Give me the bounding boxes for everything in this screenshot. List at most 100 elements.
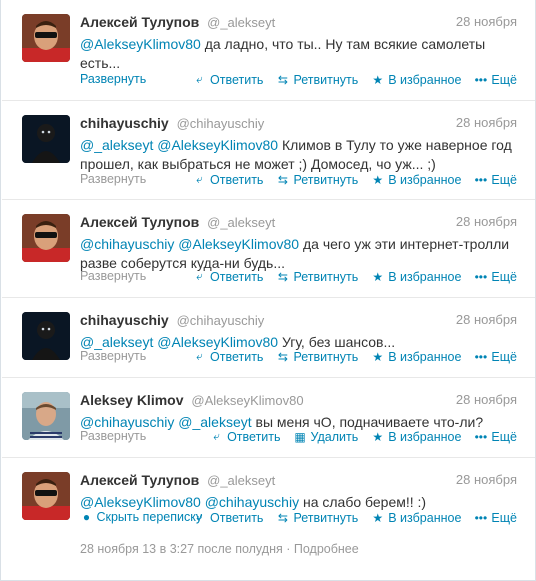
author-handle[interactable]: @AlekseyKlimov80: [191, 393, 303, 408]
tweet[interactable]: chihayuschiy @chihayuschiy 28 ноября @_a…: [2, 101, 535, 200]
favorite-label: В избранное: [388, 510, 462, 525]
expand-link[interactable]: Развернуть: [80, 72, 146, 86]
favorite-button[interactable]: ★ В избранное: [371, 349, 461, 364]
favorite-label: В избранное: [388, 349, 462, 364]
author-handle[interactable]: @chihayuschiy: [177, 116, 265, 131]
retweet-label: Ретвитнуть: [293, 510, 359, 525]
ellipsis-icon: •••: [474, 269, 488, 284]
reply-button[interactable]: ⤶ Ответить: [193, 349, 263, 364]
retweet-button[interactable]: ⇆ Ретвитнуть: [276, 349, 358, 364]
tweet-header: Алексей Тулупов @_alekseyt 28 ноября: [80, 472, 517, 490]
favorite-button[interactable]: ★ В избранное: [371, 510, 461, 525]
tweet[interactable]: Алексей Тулупов @_alekseyt 28 ноября @ch…: [2, 200, 535, 298]
tweet-date[interactable]: 28 ноября: [456, 115, 517, 130]
author-handle[interactable]: @_alekseyt: [207, 15, 275, 30]
details-link[interactable]: Подробнее: [294, 542, 359, 556]
mention-link[interactable]: @AlekseyKlimov80: [178, 236, 299, 252]
tweet-date[interactable]: 28 ноября: [456, 312, 517, 327]
expand-link[interactable]: Развернуть: [80, 429, 146, 443]
more-button[interactable]: ••• Ещё: [474, 172, 517, 187]
author-name[interactable]: Алексей Тулупов: [80, 214, 199, 230]
tweet-date[interactable]: 28 ноября: [456, 14, 517, 29]
author-name[interactable]: Алексей Тулупов: [80, 472, 199, 488]
tweet[interactable]: chihayuschiy @chihayuschiy 28 ноября @_a…: [2, 298, 535, 378]
tweet-text: @_alekseyt @AlekseyKlimov80 Климов в Тул…: [80, 136, 517, 174]
avatar[interactable]: [22, 392, 70, 440]
expand-link[interactable]: Развернуть: [80, 269, 146, 283]
star-icon: ★: [372, 269, 384, 284]
reply-icon: ⤶: [196, 269, 203, 283]
author-handle[interactable]: @chihayuschiy: [177, 313, 265, 328]
more-label: Ещё: [491, 72, 517, 87]
tweet-expanded[interactable]: Алексей Тулупов @_alekseyt 28 ноября @Al…: [2, 458, 535, 581]
speech-bubble-icon: ●: [82, 510, 91, 524]
author-name[interactable]: Алексей Тулупов: [80, 14, 199, 30]
mention-link[interactable]: @_alekseyt: [178, 414, 251, 430]
tweet-body: на слабо берем!! :): [299, 494, 427, 510]
author-name[interactable]: Aleksey Klimov: [80, 392, 184, 408]
mention-link[interactable]: @chihayuschiy: [80, 236, 174, 252]
star-icon: ★: [372, 72, 384, 87]
reply-label: Ответить: [210, 172, 264, 187]
tweet-date[interactable]: 28 ноября: [456, 214, 517, 229]
author-handle[interactable]: @_alekseyt: [207, 473, 275, 488]
reply-icon: ⤶: [196, 349, 203, 363]
hide-conversation-link[interactable]: ● Скрыть переписку: [80, 510, 202, 524]
tweet-date[interactable]: 28 ноября: [456, 392, 517, 407]
reply-label: Ответить: [210, 349, 264, 364]
avatar[interactable]: [22, 14, 70, 62]
ellipsis-icon: •••: [474, 510, 488, 525]
reply-button[interactable]: ⤶ Ответить: [193, 269, 263, 284]
retweet-icon: ⇆: [277, 269, 288, 284]
tweet[interactable]: Aleksey Klimov @AlekseyKlimov80 28 ноябр…: [2, 378, 535, 458]
conversation-thread: Алексей Тулупов @_alekseyt 28 ноября @Al…: [0, 0, 536, 581]
reply-icon: ⤶: [196, 172, 203, 186]
more-label: Ещё: [491, 510, 517, 525]
more-button[interactable]: ••• Ещё: [474, 349, 517, 364]
mention-link[interactable]: @AlekseyKlimov80: [157, 334, 278, 350]
avatar[interactable]: [22, 472, 70, 520]
mention-link[interactable]: @AlekseyKlimov80: [80, 36, 201, 52]
tweet[interactable]: Алексей Тулупов @_alekseyt 28 ноября @Al…: [2, 0, 535, 101]
reply-button[interactable]: ⤶ Ответить: [193, 510, 263, 525]
mention-link[interactable]: @AlekseyKlimov80: [157, 137, 278, 153]
separator: ·: [286, 542, 291, 556]
delete-button[interactable]: ▦ Удалить: [294, 429, 358, 444]
favorite-button[interactable]: ★ В избранное: [371, 429, 461, 444]
more-button[interactable]: ••• Ещё: [474, 72, 517, 87]
more-button[interactable]: ••• Ещё: [474, 510, 517, 525]
more-button[interactable]: ••• Ещё: [474, 429, 517, 444]
favorite-button[interactable]: ★ В избранное: [371, 72, 461, 87]
tweet-timestamp-row: 28 ноября 13 в 3:27 после полудня · Подр…: [80, 542, 359, 556]
retweet-button[interactable]: ⇆ Ретвитнуть: [276, 269, 358, 284]
reply-button[interactable]: ⤶ Ответить: [193, 72, 263, 87]
favorite-button[interactable]: ★ В избранное: [371, 172, 461, 187]
reply-button[interactable]: ⤶ Ответить: [210, 429, 280, 444]
more-button[interactable]: ••• Ещё: [474, 269, 517, 284]
favorite-label: В избранное: [388, 429, 462, 444]
author-handle[interactable]: @_alekseyt: [207, 215, 275, 230]
retweet-button[interactable]: ⇆ Ретвитнуть: [276, 72, 358, 87]
more-label: Ещё: [491, 269, 517, 284]
favorite-label: В избранное: [388, 269, 462, 284]
more-label: Ещё: [491, 172, 517, 187]
retweet-button[interactable]: ⇆ Ретвитнуть: [276, 510, 358, 525]
tweet-actions: Развернуть ⤶ Ответить ⇆ Ретвитнуть ★ В избр…: [80, 172, 517, 188]
mention-link[interactable]: @chihayuschiy: [80, 414, 174, 430]
favorite-button[interactable]: ★ В избранное: [371, 269, 461, 284]
retweet-button[interactable]: ⇆ Ретвитнуть: [276, 172, 358, 187]
author-name[interactable]: chihayuschiy: [80, 115, 169, 131]
avatar[interactable]: [22, 214, 70, 262]
mention-link[interactable]: @_alekseyt: [80, 137, 153, 153]
avatar[interactable]: [22, 312, 70, 360]
star-icon: ★: [372, 510, 384, 525]
expand-link[interactable]: Развернуть: [80, 172, 146, 186]
avatar[interactable]: [22, 115, 70, 163]
reply-button[interactable]: ⤶ Ответить: [193, 172, 263, 187]
mention-link[interactable]: @chihayuschiy: [205, 494, 299, 510]
mention-link[interactable]: @AlekseyKlimov80: [80, 494, 201, 510]
expand-link[interactable]: Развернуть: [80, 349, 146, 363]
author-name[interactable]: chihayuschiy: [80, 312, 169, 328]
mention-link[interactable]: @_alekseyt: [80, 334, 153, 350]
tweet-date[interactable]: 28 ноября: [456, 472, 517, 487]
